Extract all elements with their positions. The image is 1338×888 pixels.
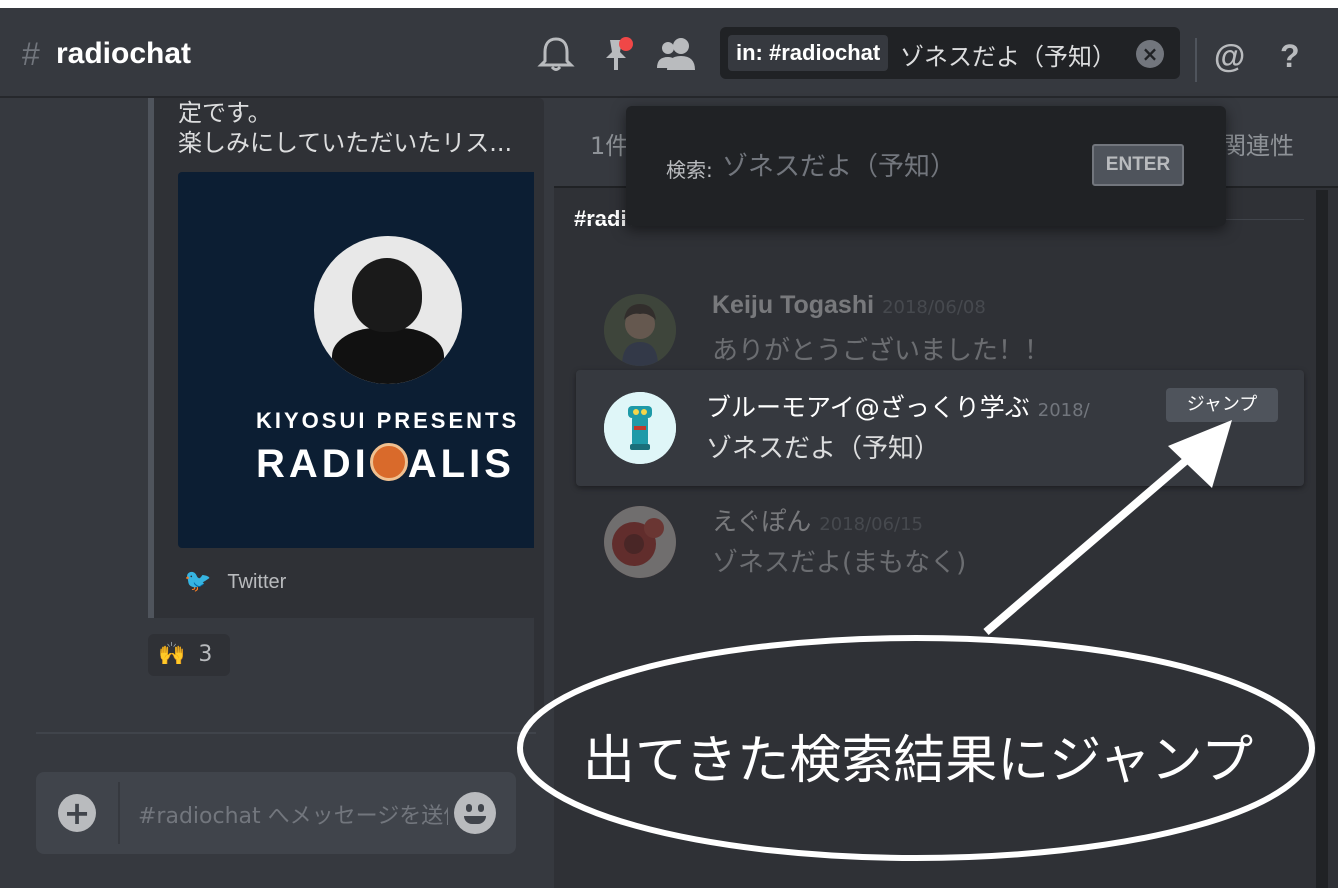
result-date: 2018/06/08 xyxy=(882,297,986,318)
user-avatar xyxy=(604,294,676,366)
results-count: 1件 xyxy=(590,132,630,160)
help-icon[interactable]: ? xyxy=(1280,38,1300,75)
channel-header: # radiochat in: #radiochat ゾネスだよ（予知） × @… xyxy=(0,0,1338,98)
clear-search-icon[interactable]: × xyxy=(1136,40,1164,68)
popout-label: 検索: xyxy=(666,158,713,182)
author-name[interactable]: えぐぽん xyxy=(712,507,811,536)
enter-key-hint[interactable]: ENTER xyxy=(1092,144,1184,186)
results-scrollbar[interactable] xyxy=(1316,190,1328,888)
search-query-text: ゾネスだよ（予知） xyxy=(900,43,1116,71)
result-author: ブルーモアイ@ざっくり学ぶ 2018/ xyxy=(706,388,1090,424)
embed-footer: 🐦 Twitter xyxy=(184,568,286,594)
author-name[interactable]: Keiju Togashi xyxy=(712,291,874,319)
twitter-label: Twitter xyxy=(227,571,287,593)
tweet-embed: 定です。 楽しみにしていただいたリス... KIYOSUI PRESENTS R… xyxy=(148,98,538,618)
header-divider xyxy=(1195,38,1197,82)
reaction-count: 3 xyxy=(198,642,213,667)
result-author: えぐぽん 2018/06/15 xyxy=(712,502,923,538)
pin-icon[interactable] xyxy=(598,34,638,74)
embed-line: 定です。 xyxy=(178,99,272,127)
members-icon[interactable] xyxy=(654,34,700,74)
search-result-highlighted[interactable]: ブルーモアイ@ざっくり学ぶ 2018/ ゾネスだよ（予知） ジャンプ xyxy=(576,370,1304,486)
author-name[interactable]: ブルーモアイ@ざっくり学ぶ xyxy=(706,393,1030,422)
annotation-text: 出てきた検索結果にジャンプ xyxy=(582,731,1254,791)
result-date: 2018/ xyxy=(1037,400,1090,421)
user-avatar xyxy=(604,506,676,578)
twitter-icon: 🐦 xyxy=(184,568,212,593)
search-channel-filter[interactable]: in: #radiochat xyxy=(728,35,889,71)
result-date: 2018/06/15 xyxy=(819,514,924,535)
chat-scrollbar[interactable] xyxy=(534,98,544,718)
bell-icon[interactable] xyxy=(536,34,576,74)
mentions-icon[interactable]: @ xyxy=(1214,38,1245,75)
popout-query: ゾネスだよ（予知） xyxy=(722,152,957,182)
embed-profile-photo xyxy=(314,236,462,384)
channel-name: radiochat xyxy=(56,37,192,70)
raised-hands-icon: 🙌 xyxy=(158,642,186,667)
emoji-picker-icon[interactable] xyxy=(454,792,496,834)
message-placeholder: #radiochat へメッセージを送信 xyxy=(138,804,448,829)
channel-hash-icon: # xyxy=(22,36,40,72)
embed-description: 定です。 楽しみにしていただいたリス... xyxy=(178,98,538,158)
result-text: ゾネスだよ(まもなく) xyxy=(712,548,967,578)
message-input[interactable]: + #radiochat へメッセージを送信 xyxy=(36,772,516,854)
attach-plus-icon[interactable]: + xyxy=(58,794,96,832)
search-input[interactable]: in: #radiochat ゾネスだよ（予知） × xyxy=(720,27,1180,79)
result-text: ありがとうございました！！ xyxy=(712,336,1051,366)
embed-line: 楽しみにしていただいたリス... xyxy=(178,129,513,157)
result-text: ゾネスだよ（予知） xyxy=(706,434,941,464)
mascot-face-icon xyxy=(369,443,408,481)
result-author: Keiju Togashi 2018/06/08 xyxy=(712,290,986,320)
embed-image-logo: RADI ALIS xyxy=(256,442,515,487)
sort-relevance-tab[interactable]: 関連性 xyxy=(1222,126,1294,161)
logo-text-right: ALIS xyxy=(407,442,515,486)
user-avatar xyxy=(604,392,676,464)
logo-text-left: RADI xyxy=(256,442,370,486)
reaction-raised-hands[interactable]: 🙌 3 xyxy=(148,634,230,676)
embed-image-caption: KIYOSUI PRESENTS xyxy=(256,408,520,433)
embed-image[interactable]: KIYOSUI PRESENTS RADI ALIS xyxy=(178,172,538,548)
search-result[interactable]: えぐぽん 2018/06/15 ゾネスだよ(まもなく) xyxy=(576,484,1304,600)
input-separator xyxy=(118,782,120,844)
chat-pane: 定です。 楽しみにしていただいたリス... KIYOSUI PRESENTS R… xyxy=(0,98,554,888)
search-popout[interactable]: 検索: ゾネスだよ（予知） ENTER xyxy=(626,106,1226,226)
chat-divider xyxy=(36,732,536,734)
jump-button[interactable]: ジャンプ xyxy=(1166,388,1278,422)
